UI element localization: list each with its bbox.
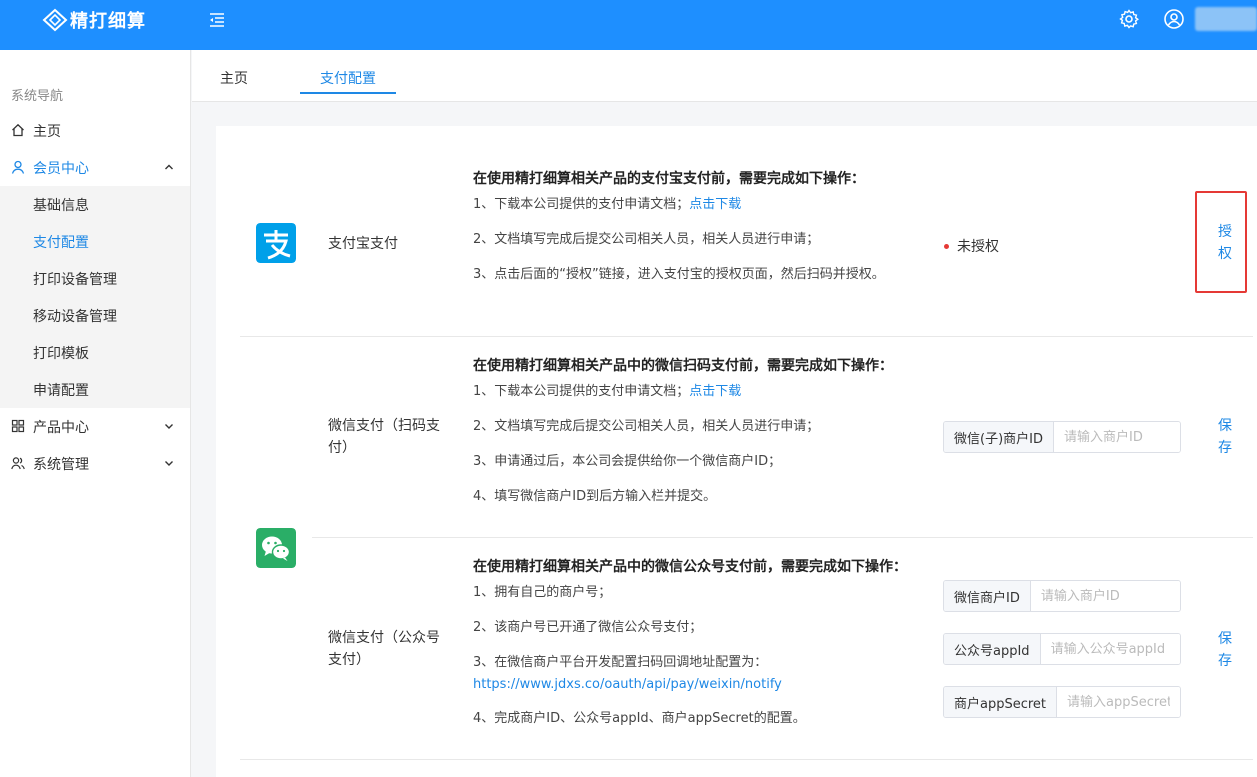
row-divider bbox=[312, 537, 1253, 538]
users-icon bbox=[11, 457, 25, 470]
alipay-download-link[interactable]: 点击下载 bbox=[689, 197, 741, 212]
status-text: 未授权 bbox=[957, 239, 999, 255]
wechat-scan-step-4: 4、填写微信商户ID到后方输入栏并提交。 bbox=[473, 489, 717, 504]
step-text: 1、下载本公司提供的支付申请文档； bbox=[473, 384, 690, 399]
sidebar-subitem-application-config[interactable]: 申请配置 bbox=[0, 371, 190, 408]
wechat-scan-step-3: 3、申请通过后，本公司会提供给你一个微信商户ID； bbox=[473, 454, 782, 469]
field-label: 微信商户ID bbox=[944, 581, 1031, 611]
wechat-scan-step-1: 1、下载本公司提供的支付申请文档；点击下载 bbox=[473, 381, 913, 403]
menu-collapse-icon[interactable] bbox=[207, 10, 227, 30]
sidebar-item-label: 系统管理 bbox=[33, 456, 89, 473]
wechat-scan-instructions-title: 在使用精打细算相关产品中的微信扫码支付前，需要完成如下操作： bbox=[473, 358, 893, 374]
sidebar-subitem-label: 支付配置 bbox=[33, 235, 89, 251]
sidebar-subitem-print-templates[interactable]: 打印模板 bbox=[0, 334, 190, 371]
wechat-mp-step-3: 3、在微信商户平台开发配置扫码回调地址配置为： https://www.jdxs.… bbox=[473, 652, 913, 696]
highlight-box bbox=[1195, 191, 1247, 293]
nav-title: 系统导航 bbox=[11, 89, 64, 104]
grid-icon bbox=[11, 419, 25, 433]
sidebar-subitem-print-devices[interactable]: 打印设备管理 bbox=[0, 260, 190, 297]
wechat-mp-instructions-title: 在使用精打细算相关产品中的微信公众号支付前，需要完成如下操作： bbox=[473, 559, 907, 575]
user-name-blurred[interactable] bbox=[1195, 7, 1257, 31]
row-divider bbox=[240, 336, 1253, 337]
wechat-appsecret-input[interactable] bbox=[1057, 687, 1180, 717]
wechat-scan-download-link[interactable]: 点击下载 bbox=[689, 384, 741, 399]
settings-gear-icon[interactable] bbox=[1118, 8, 1140, 30]
chevron-down-icon bbox=[165, 461, 173, 466]
home-icon bbox=[12, 123, 24, 137]
wechat-callback-url-link[interactable]: https://www.jdxs.co/oauth/api/pay/weixin… bbox=[473, 677, 782, 692]
wechat-mp-merchant-id-field: 微信商户ID bbox=[943, 580, 1181, 612]
alipay-status: 未授权 bbox=[944, 236, 999, 256]
top-bar: 精打细算 bbox=[0, 0, 1257, 50]
logo-text: 精打细算 bbox=[70, 11, 146, 32]
alipay-step-3: 3、点击后面的“授权”链接，进入支付宝的授权页面，然后扫码并授权。 bbox=[473, 267, 885, 282]
sidebar-item-label: 会员中心 bbox=[33, 160, 89, 177]
wechat-mp-name: 微信支付（公众号支付） bbox=[328, 630, 440, 668]
wechat-scan-name: 微信支付（扫码支付） bbox=[328, 418, 440, 456]
field-label: 公众号appId bbox=[944, 634, 1041, 664]
wechat-appid-field: 公众号appId bbox=[943, 633, 1181, 665]
sidebar-item-product-center[interactable]: 产品中心 bbox=[0, 408, 190, 445]
alipay-instructions-title: 在使用精打细算相关产品的支付宝支付前，需要完成如下操作： bbox=[473, 171, 865, 187]
wechat-mp-step-1: 1、拥有自己的商户号； bbox=[473, 585, 612, 600]
step-text: 3、在微信商户平台开发配置扫码回调地址配置为： bbox=[473, 655, 768, 670]
wechat-mp-step-2: 2、该商户号已开通了微信公众号支付； bbox=[473, 620, 703, 635]
wechat-mp-step-4: 4、完成商户ID、公众号appId、商户appSecret的配置。 bbox=[473, 711, 806, 726]
wechat-scan-step-2: 2、文档填写完成后提交公司相关人员，相关人员进行申请； bbox=[473, 419, 820, 434]
tab-home[interactable]: 主页 bbox=[220, 68, 248, 88]
tab-bar: 主页 支付配置 bbox=[192, 50, 1257, 102]
user-avatar-icon[interactable] bbox=[1163, 8, 1185, 30]
wechat-appsecret-field: 商户appSecret bbox=[943, 686, 1181, 718]
sidebar-item-home[interactable]: 主页 bbox=[0, 112, 190, 149]
tab-payment-config[interactable]: 支付配置 bbox=[320, 68, 376, 88]
app-logo[interactable]: 精打细算 bbox=[42, 6, 146, 34]
active-tab-indicator bbox=[300, 92, 396, 94]
sidebar-subitem-label: 基础信息 bbox=[33, 198, 89, 214]
sidebar-subitem-label: 申请配置 bbox=[33, 383, 89, 399]
chevron-down-icon bbox=[165, 424, 173, 429]
wechat-merchant-id-input[interactable] bbox=[1054, 422, 1180, 452]
wechat-mp-save-link[interactable]: 保存 bbox=[1218, 628, 1232, 672]
chevron-up-icon bbox=[165, 164, 173, 170]
sidebar-item-system-management[interactable]: 系统管理 bbox=[0, 445, 190, 482]
status-dot-icon bbox=[944, 243, 949, 249]
alipay-name: 支付宝支付 bbox=[328, 236, 398, 252]
sidebar-subitem-label: 打印模板 bbox=[33, 346, 89, 362]
alipay-logo-icon bbox=[256, 223, 296, 263]
logo-icon bbox=[42, 8, 68, 32]
step-text: 1、下载本公司提供的支付申请文档； bbox=[473, 197, 690, 212]
wechat-merchant-id-field: 微信(子)商户ID bbox=[943, 421, 1181, 453]
sidebar-subitem-payment-config[interactable]: 支付配置 bbox=[0, 223, 190, 260]
field-label: 商户appSecret bbox=[944, 687, 1058, 717]
sidebar-item-label: 产品中心 bbox=[33, 419, 89, 436]
row-divider bbox=[240, 759, 1253, 760]
sidebar-subitem-label: 打印设备管理 bbox=[33, 272, 117, 288]
alipay-step-2: 2、文档填写完成后提交公司相关人员，相关人员进行申请； bbox=[473, 232, 820, 247]
sidebar-subitem-mobile-devices[interactable]: 移动设备管理 bbox=[0, 297, 190, 334]
wechat-mp-merchant-id-input[interactable] bbox=[1030, 581, 1180, 611]
alipay-step-1: 1、下载本公司提供的支付申请文档；点击下载 bbox=[473, 194, 913, 216]
sidebar: 系统导航 主页 会员中心 基础信息 支付配置 打印设备管理 移动设备管理 打印模… bbox=[0, 50, 191, 777]
wechat-logo-icon bbox=[256, 528, 296, 568]
field-label: 微信(子)商户ID bbox=[944, 422, 1054, 452]
sidebar-item-member-center[interactable]: 会员中心 bbox=[0, 149, 190, 186]
sidebar-item-label: 主页 bbox=[33, 123, 61, 140]
user-icon bbox=[11, 160, 25, 174]
sidebar-subitem-label: 移动设备管理 bbox=[33, 309, 117, 325]
sidebar-subitem-basic-info[interactable]: 基础信息 bbox=[0, 186, 190, 223]
wechat-appid-input[interactable] bbox=[1040, 634, 1180, 664]
wechat-scan-save-link[interactable]: 保存 bbox=[1218, 415, 1232, 459]
